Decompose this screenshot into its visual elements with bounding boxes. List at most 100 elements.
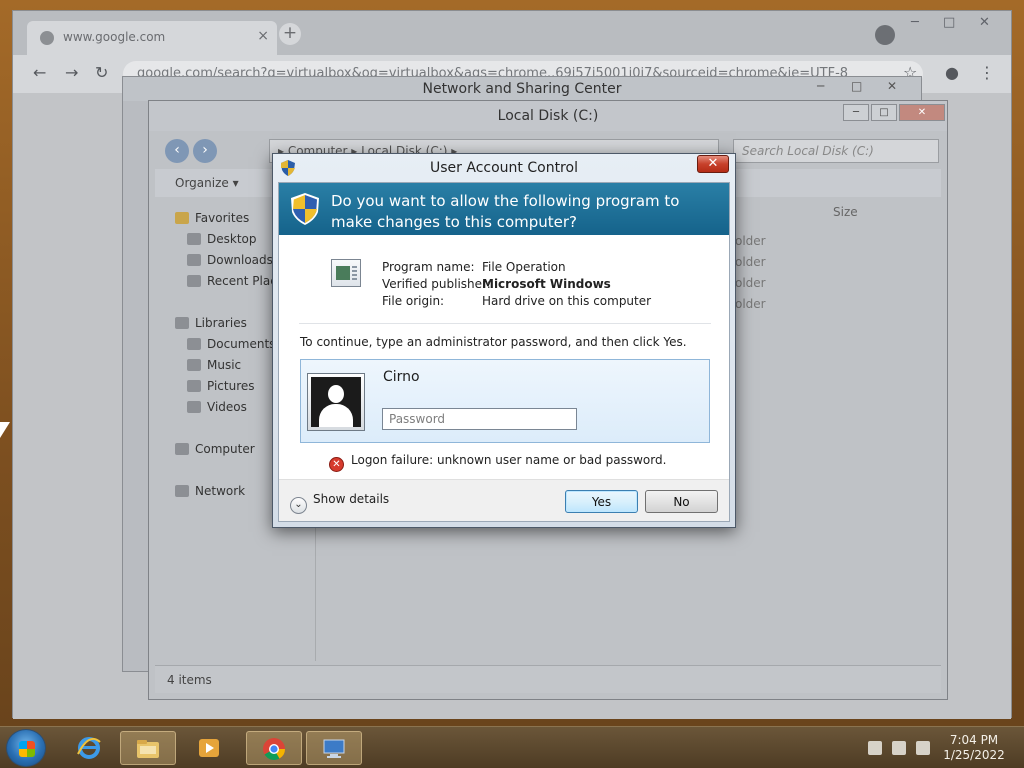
file-type-cell: older	[735, 276, 766, 290]
explorer-close-button[interactable]: ✕	[899, 104, 945, 121]
menu-icon[interactable]: ⋮	[979, 63, 995, 82]
credential-tile[interactable]: Cirno	[300, 359, 710, 443]
yes-button[interactable]: Yes	[565, 490, 638, 513]
clock[interactable]: 7:04 PM 1/25/2022	[932, 733, 1016, 763]
nav-item-libraries[interactable]: Libraries	[175, 316, 247, 330]
chevron-down-icon: ⌄	[290, 497, 307, 514]
uac-question: Do you want to allow the following progr…	[331, 192, 680, 231]
browser-close-button[interactable]: ✕	[979, 15, 990, 30]
videos-icon	[187, 401, 201, 413]
program-info: Program name: File Operation Verified pu…	[279, 235, 729, 325]
tab-close-icon[interactable]: ×	[257, 28, 269, 44]
reload-icon[interactable]: ↻	[95, 63, 108, 82]
browser-maximize-button[interactable]: □	[943, 15, 955, 30]
show-details-label: Show details	[313, 492, 390, 506]
program-name-label: Program name:	[382, 260, 475, 274]
network-icon	[323, 739, 345, 758]
nav-item-label: Videos	[207, 400, 247, 414]
uac-panel: Do you want to allow the following progr…	[278, 182, 730, 522]
publisher-label: Verified publisher:	[382, 277, 491, 291]
uac-footer: ⌄ Show details Yes No	[279, 479, 729, 521]
network-icon	[175, 485, 189, 497]
size-column-header[interactable]: Size	[833, 205, 858, 219]
network-status-icon[interactable]	[892, 741, 906, 755]
nav-item-music[interactable]: Music	[187, 358, 241, 372]
nav-item-videos[interactable]: Videos	[187, 400, 247, 414]
explorer-maximize-button[interactable]: □	[871, 104, 897, 121]
nav-item-label: Computer	[195, 442, 255, 456]
start-button[interactable]	[6, 729, 46, 767]
taskbar: 7:04 PM 1/25/2022	[0, 726, 1024, 768]
star-icon	[175, 212, 189, 224]
uac-close-button[interactable]: ✕	[697, 155, 729, 173]
organize-button[interactable]: Organize ▾	[175, 176, 239, 190]
browser-minimize-button[interactable]: ─	[911, 15, 919, 30]
password-input[interactable]	[382, 408, 577, 430]
profile-icon[interactable]: ●	[945, 63, 959, 82]
show-details-button[interactable]: ⌄ Show details	[290, 492, 389, 514]
volume-icon[interactable]	[916, 741, 930, 755]
documents-icon	[187, 338, 201, 350]
network-minimize-button[interactable]: ─	[817, 79, 824, 93]
music-icon	[187, 359, 201, 371]
nav-item-favorites[interactable]: Favorites	[175, 211, 249, 225]
explorer-title: Local Disk (C:)	[497, 108, 599, 124]
taskbar-media-player[interactable]	[182, 731, 238, 765]
nav-item-documents[interactable]: Documents	[187, 337, 275, 351]
extension-icon[interactable]	[875, 25, 895, 45]
nav-item-label: Pictures	[207, 379, 255, 393]
back-arrow-icon[interactable]: ←	[33, 63, 46, 82]
taskbar-chrome[interactable]	[246, 731, 302, 765]
network-sharing-titlebar: Network and Sharing Center ─ □ ✕	[123, 77, 921, 101]
network-close-button[interactable]: ✕	[887, 79, 897, 93]
desktop-icon	[187, 233, 201, 245]
user-icon	[311, 377, 361, 427]
internet-explorer-icon	[77, 737, 101, 759]
chrome-icon	[263, 738, 285, 760]
downloads-icon	[187, 254, 201, 266]
program-name-value: File Operation	[482, 260, 566, 274]
explorer-search-input[interactable]: Search Local Disk (C:)	[733, 139, 939, 163]
nav-item-computer[interactable]: Computer	[175, 442, 255, 456]
file-type-cell: older	[735, 255, 766, 269]
nav-item-desktop[interactable]: Desktop	[187, 232, 257, 246]
forward-arrow-icon[interactable]: ›	[193, 139, 217, 163]
avatar	[307, 373, 365, 431]
back-arrow-icon[interactable]: ‹	[165, 139, 189, 163]
nav-item-pictures[interactable]: Pictures	[187, 379, 255, 393]
forward-arrow-icon[interactable]: →	[65, 63, 78, 82]
error-message: ✕ Logon failure: unknown user name or bad…	[329, 453, 666, 472]
windows-logo-icon	[19, 741, 35, 757]
uac-title: User Account Control	[430, 160, 578, 176]
nav-item-label: Network	[195, 484, 246, 498]
explorer-status-bar: 4 items	[155, 665, 941, 693]
globe-icon	[40, 31, 54, 45]
nav-item-label: Desktop	[207, 232, 257, 246]
nav-item-network[interactable]: Network	[175, 484, 245, 498]
browser-tabstrip: www.google.com × + ─ □ ✕	[13, 11, 1011, 55]
avatar-body	[319, 404, 353, 427]
network-maximize-button[interactable]: □	[851, 79, 862, 93]
divider	[299, 323, 711, 324]
file-type-cell: older	[735, 234, 766, 248]
folder-icon	[137, 740, 159, 758]
file-origin-value: Hard drive on this computer	[482, 294, 652, 308]
taskbar-network-center[interactable]	[306, 731, 362, 765]
action-center-icon[interactable]	[868, 741, 882, 755]
uac-dialog: User Account Control ✕ Do you want to al…	[272, 153, 736, 528]
uac-banner: Do you want to allow the following progr…	[279, 183, 729, 235]
file-type-cell: older	[735, 297, 766, 311]
explorer-titlebar: Local Disk (C:) ─ □ ✕	[149, 101, 947, 131]
taskbar-internet-explorer[interactable]	[62, 731, 118, 765]
uac-titlebar: User Account Control ✕	[273, 154, 735, 182]
no-button[interactable]: No	[645, 490, 718, 513]
taskbar-file-explorer[interactable]	[120, 731, 176, 765]
new-tab-button[interactable]: +	[279, 23, 301, 45]
password-prompt: To continue, type an administrator passw…	[300, 335, 687, 349]
nav-item-label: Music	[207, 358, 242, 372]
recent-places-icon	[187, 275, 201, 287]
item-count: 4 items	[167, 673, 212, 687]
nav-item-downloads[interactable]: Downloads	[187, 253, 273, 267]
explorer-minimize-button[interactable]: ─	[843, 104, 869, 121]
browser-tab[interactable]: www.google.com ×	[27, 21, 277, 55]
